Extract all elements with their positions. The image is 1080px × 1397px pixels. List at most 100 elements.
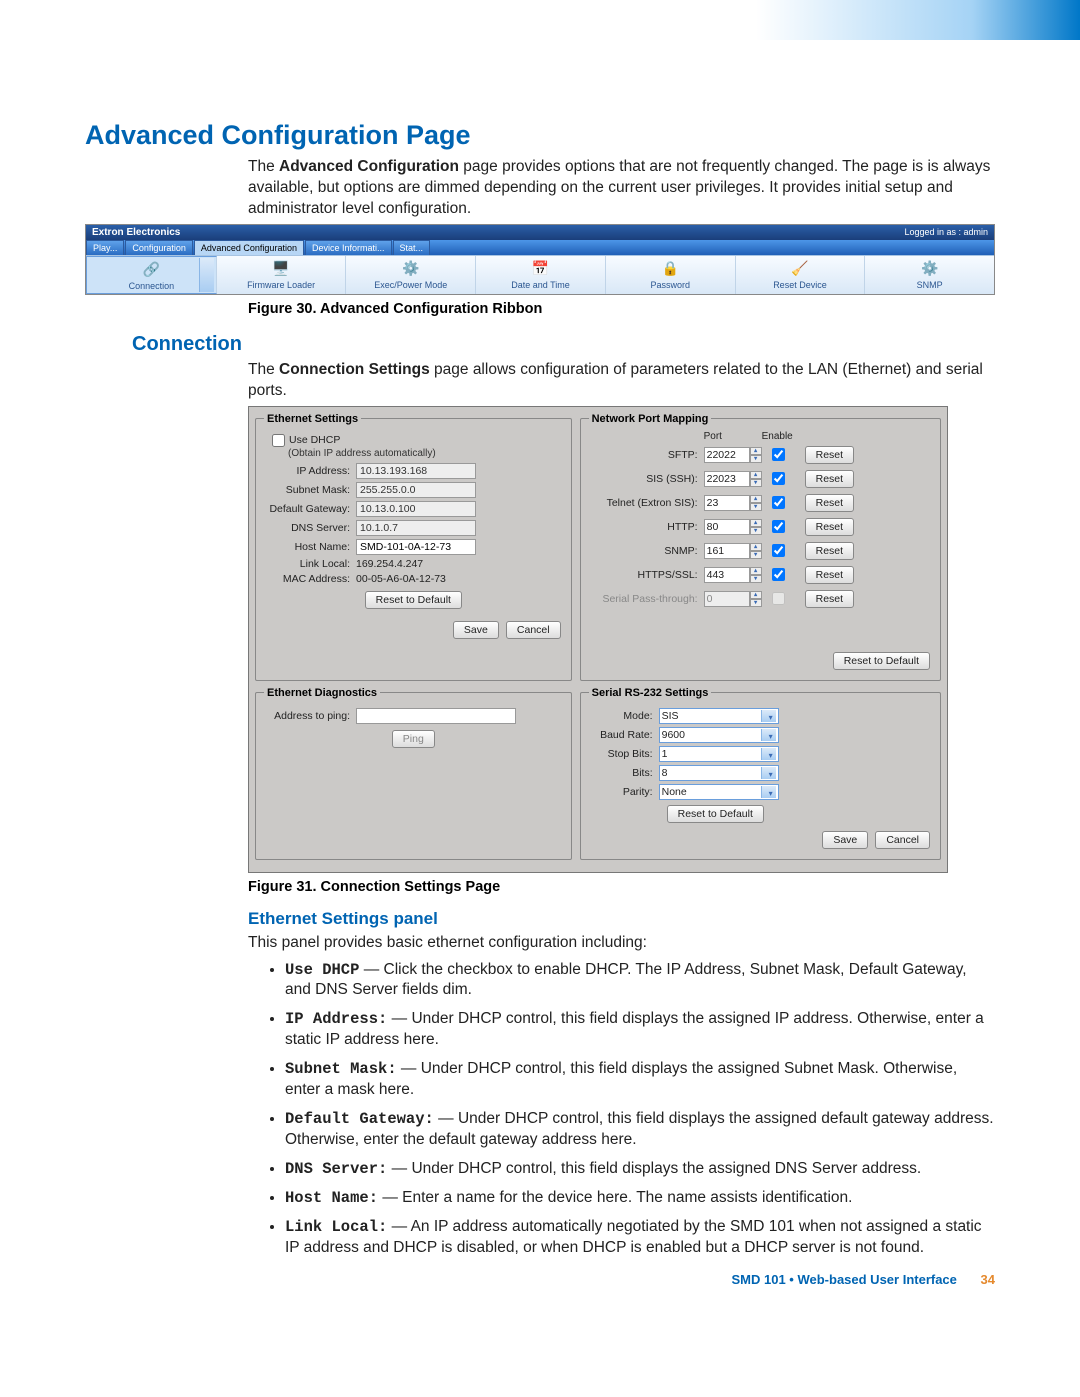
portmap-reset-button[interactable]: Reset to Default [833, 652, 930, 670]
dhcp-checkbox[interactable] [272, 434, 285, 447]
bullet-code: Use DHCP [285, 961, 359, 979]
ribbon-item-label: Firmware Loader [219, 280, 344, 290]
port-enable-checkbox[interactable] [772, 448, 785, 461]
port-enable-checkbox[interactable] [772, 544, 785, 557]
ribbon-item[interactable]: 📅Date and Time [476, 256, 606, 294]
port-label: HTTP: [589, 521, 704, 533]
bullet-code: IP Address: [285, 1010, 387, 1028]
ribbon-item-icon: ⚙️ [348, 260, 473, 278]
bits-label: Bits: [589, 767, 659, 779]
port-spinner[interactable]: ▴▾ [750, 543, 762, 559]
port-spinner[interactable]: ▴▾ [750, 567, 762, 583]
port-number[interactable]: 0 [704, 591, 750, 607]
link-label: Link Local: [264, 558, 356, 570]
bullet-list: Use DHCP — Click the checkbox to enable … [285, 960, 995, 1259]
port-number[interactable]: 443 [704, 567, 750, 583]
rs232-legend: Serial RS-232 Settings [589, 687, 712, 699]
portmap-fieldset: Network Port Mapping Port Enable SFTP:22… [580, 413, 941, 681]
gw-field[interactable]: 10.13.0.100 [356, 501, 476, 517]
port-spinner[interactable]: ▴▾ [750, 519, 762, 535]
ribbon-tab[interactable]: Device Informati... [305, 240, 392, 255]
portmap-legend: Network Port Mapping [589, 413, 712, 425]
port-spinner[interactable]: ▴▾ [750, 495, 762, 511]
port-reset-button[interactable]: Reset [805, 590, 854, 608]
mask-field[interactable]: 255.255.0.0 [356, 482, 476, 498]
eth-cancel-button[interactable]: Cancel [506, 621, 561, 639]
diag-legend: Ethernet Diagnostics [264, 687, 380, 699]
port-spinner[interactable]: ▴▾ [750, 591, 762, 607]
port-number[interactable]: 161 [704, 543, 750, 559]
dns-label: DNS Server: [264, 522, 356, 534]
rs232-cancel-button[interactable]: Cancel [875, 831, 930, 849]
page-title: Advanced Configuration Page [85, 120, 995, 151]
ethernet-fieldset: Ethernet Settings Use DHCP (Obtain IP ad… [255, 413, 572, 681]
settings-panel: Ethernet Settings Use DHCP (Obtain IP ad… [248, 406, 948, 873]
port-spinner[interactable]: ▴▾ [750, 447, 762, 463]
host-field[interactable] [356, 539, 476, 555]
eth-save-button[interactable]: Save [453, 621, 499, 639]
figure31-caption: Figure 31. Connection Settings Page [248, 879, 995, 895]
ping-addr-field[interactable] [356, 708, 516, 724]
dhcp-note: (Obtain IP address automatically) [288, 448, 563, 459]
port-reset-button[interactable]: Reset [805, 566, 854, 584]
port-number[interactable]: 80 [704, 519, 750, 535]
mac-value: 00-05-A6-0A-12-73 [356, 573, 446, 585]
ribbon-tab[interactable]: Configuration [125, 240, 193, 255]
stop-label: Stop Bits: [589, 748, 659, 760]
ribbon-tab[interactable]: Advanced Configuration [194, 240, 304, 255]
port-spinner[interactable]: ▴▾ [750, 471, 762, 487]
port-reset-button[interactable]: Reset [805, 494, 854, 512]
rs232-fieldset: Serial RS-232 Settings Mode:SIS▾ Baud Ra… [580, 687, 941, 860]
port-reset-button[interactable]: Reset [805, 470, 854, 488]
bullet-code: Subnet Mask: [285, 1060, 397, 1078]
ping-addr-label: Address to ping: [264, 710, 356, 722]
port-enable-checkbox[interactable] [772, 592, 785, 605]
ribbon-item[interactable]: ⚙️Exec/Power Mode [346, 256, 476, 294]
ribbon-titlebar: Extron Electronics Logged in as : admin [86, 225, 994, 240]
port-enable-checkbox[interactable] [772, 496, 785, 509]
ribbon-tab[interactable]: Play... [86, 240, 124, 255]
port-label: SIS (SSH): [589, 473, 704, 485]
port-row: SIS (SSH):22023▴▾ Reset [589, 468, 932, 490]
port-enable-checkbox[interactable] [772, 520, 785, 533]
port-number[interactable]: 23 [704, 495, 750, 511]
bullet-item: Default Gateway: — Under DHCP control, t… [285, 1109, 995, 1151]
ribbon-item[interactable]: 🖥️ Firmware Loader [217, 256, 347, 294]
ribbon-item[interactable]: 🔗Connection [86, 256, 217, 294]
port-reset-button[interactable]: Reset [805, 518, 854, 536]
eth-reset-button[interactable]: Reset to Default [365, 591, 462, 609]
port-enable-checkbox[interactable] [772, 472, 785, 485]
stop-select[interactable]: 1▾ [659, 746, 779, 762]
port-row: Serial Pass-through:0▴▾Reset [589, 588, 932, 610]
ribbon-item[interactable]: ⚙️SNMP [865, 256, 994, 294]
ip-field[interactable]: 10.13.193.168 [356, 463, 476, 479]
ribbon-item[interactable]: 🔒Password [606, 256, 736, 294]
rs232-reset-button[interactable]: Reset to Default [667, 805, 764, 823]
port-number[interactable]: 22022 [704, 447, 750, 463]
parity-select[interactable]: None▾ [659, 784, 779, 800]
ribbon-item-icon: 📅 [478, 260, 603, 278]
ribbon-tab[interactable]: Stat... [393, 240, 431, 255]
ethernet-legend: Ethernet Settings [264, 413, 361, 425]
rs232-save-button[interactable]: Save [822, 831, 868, 849]
mode-select[interactable]: SIS▾ [659, 708, 779, 724]
dns-field[interactable]: 10.1.0.7 [356, 520, 476, 536]
diag-fieldset: Ethernet Diagnostics Address to ping: Pi… [255, 687, 572, 860]
parity-label: Parity: [589, 786, 659, 798]
bits-select[interactable]: 8▾ [659, 765, 779, 781]
port-number[interactable]: 22023 [704, 471, 750, 487]
port-enable-checkbox[interactable] [772, 568, 785, 581]
ribbon-item-icon: 🖥️ [219, 260, 344, 278]
port-reset-button[interactable]: Reset [805, 542, 854, 560]
ribbon-item-label: Password [608, 280, 733, 290]
bullet-item: Link Local: — An IP address automaticall… [285, 1217, 995, 1259]
baud-select[interactable]: 9600▾ [659, 727, 779, 743]
ribbon-item[interactable]: 🧹Reset Device [736, 256, 866, 294]
baud-label: Baud Rate: [589, 729, 659, 741]
port-label: Telnet (Extron SIS): [589, 497, 704, 509]
port-reset-button[interactable]: Reset [805, 446, 854, 464]
host-label: Host Name: [264, 541, 356, 553]
page-number: 34 [981, 1272, 995, 1287]
ping-button[interactable]: Ping [392, 730, 435, 748]
port-label: HTTPS/SSL: [589, 569, 704, 581]
